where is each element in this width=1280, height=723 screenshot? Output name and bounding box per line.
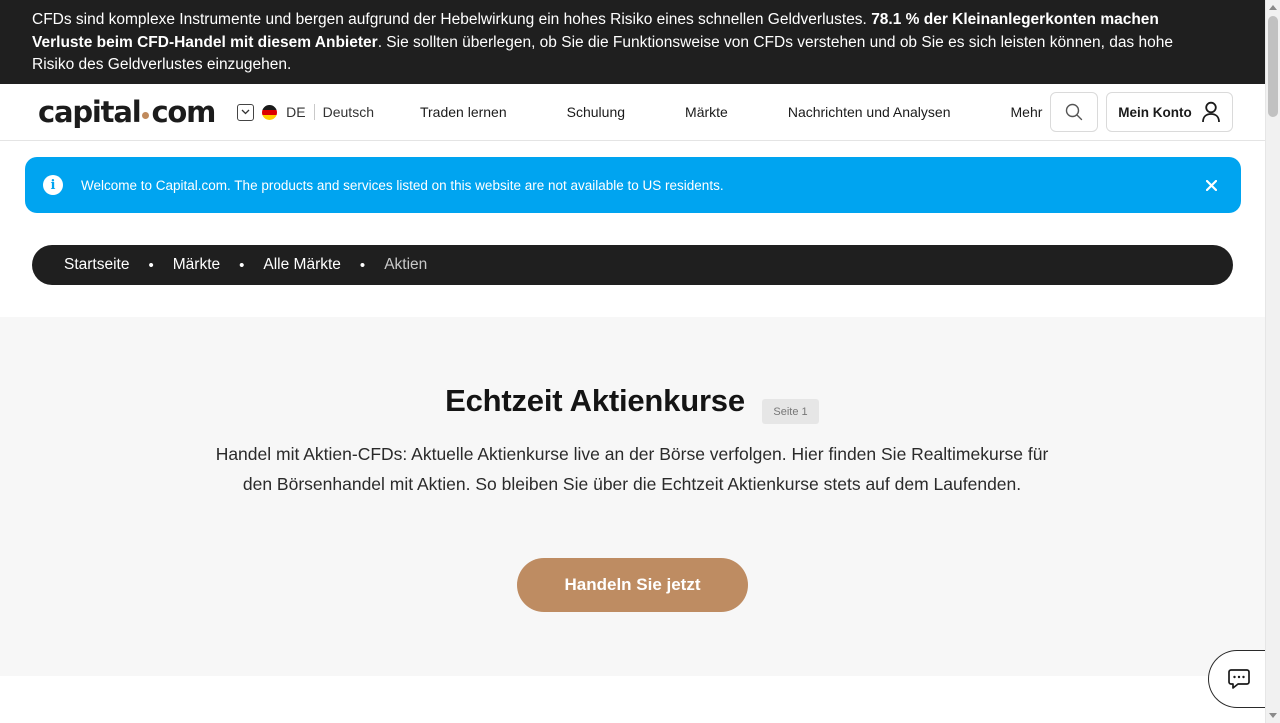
breadcrumb-separator: • xyxy=(239,256,245,274)
capital-com-logo[interactable]: capital com xyxy=(38,95,216,129)
logo-text-left: capital xyxy=(38,95,142,129)
info-icon: i xyxy=(43,175,63,195)
language-name: Deutsch xyxy=(322,104,374,120)
chevron-down-icon[interactable] xyxy=(237,103,255,121)
breadcrumb-current: Aktien xyxy=(384,256,428,273)
account-label: Mein Konto xyxy=(1118,104,1192,120)
germany-flag-icon xyxy=(262,104,278,120)
hero-section: Echtzeit Aktienkurse Seite 1 Handel mit … xyxy=(0,317,1265,676)
breadcrumb-alle-maerkte[interactable]: Alle Märkte xyxy=(263,256,341,274)
scroll-up-arrow-icon[interactable] xyxy=(1269,5,1277,10)
breadcrumb-separator: • xyxy=(359,256,366,274)
page: CFDs sind komplexe Instrumente und berge… xyxy=(0,0,1265,723)
hero-description: Handel mit Aktien-CFDs: Aktuelle Aktienk… xyxy=(215,444,1049,494)
scroll-down-arrow-icon[interactable] xyxy=(1269,713,1277,718)
nav-nachrichten[interactable]: Nachrichten und Analysen xyxy=(788,104,951,120)
page-title: Echtzeit Aktienkurse xyxy=(445,383,745,418)
page-scrollbar[interactable] xyxy=(1265,0,1280,723)
language-code: DE xyxy=(286,104,306,120)
chat-button[interactable] xyxy=(1208,650,1265,708)
breadcrumb: Startseite • Märkte • Alle Märkte • Akti… xyxy=(32,245,1233,285)
breadcrumb-maerkte[interactable]: Märkte xyxy=(173,256,220,274)
search-button[interactable] xyxy=(1050,92,1098,132)
my-account-button[interactable]: Mein Konto xyxy=(1106,92,1233,132)
language-divider xyxy=(313,104,315,120)
main-nav: Traden lernen Schulung Märkte Nachrichte… xyxy=(420,104,1042,120)
us-residents-notice: i Welcome to Capital.com. The products a… xyxy=(25,157,1241,213)
nav-mehr[interactable]: Mehr xyxy=(1011,104,1043,120)
chat-icon xyxy=(1227,669,1250,689)
nav-schulung[interactable]: Schulung xyxy=(567,104,625,120)
scrollbar-thumb[interactable] xyxy=(1268,16,1278,117)
site-header: capital com DE Deutsch Traden lernen Schu… xyxy=(0,84,1265,141)
logo-dot xyxy=(142,111,150,119)
notice-text: Welcome to Capital.com. The products and… xyxy=(81,177,724,193)
language-selector[interactable]: DE Deutsch xyxy=(237,103,374,121)
user-icon xyxy=(1201,101,1220,123)
breadcrumb-startseite[interactable]: Startseite xyxy=(64,256,129,274)
page-number-badge: Seite 1 xyxy=(762,399,819,424)
logo-text-right: com xyxy=(151,95,216,129)
risk-warning-banner: CFDs sind komplexe Instrumente und berge… xyxy=(0,0,1265,84)
nav-traden-lernen[interactable]: Traden lernen xyxy=(420,104,507,120)
breadcrumb-separator: • xyxy=(148,256,154,274)
risk-text-1: CFDs sind komplexe Instrumente und berge… xyxy=(32,11,872,28)
close-icon[interactable] xyxy=(1202,176,1220,194)
nav-maerkte[interactable]: Märkte xyxy=(685,104,728,120)
search-icon xyxy=(1065,103,1083,121)
trade-now-button[interactable]: Handeln Sie jetzt xyxy=(517,558,748,612)
